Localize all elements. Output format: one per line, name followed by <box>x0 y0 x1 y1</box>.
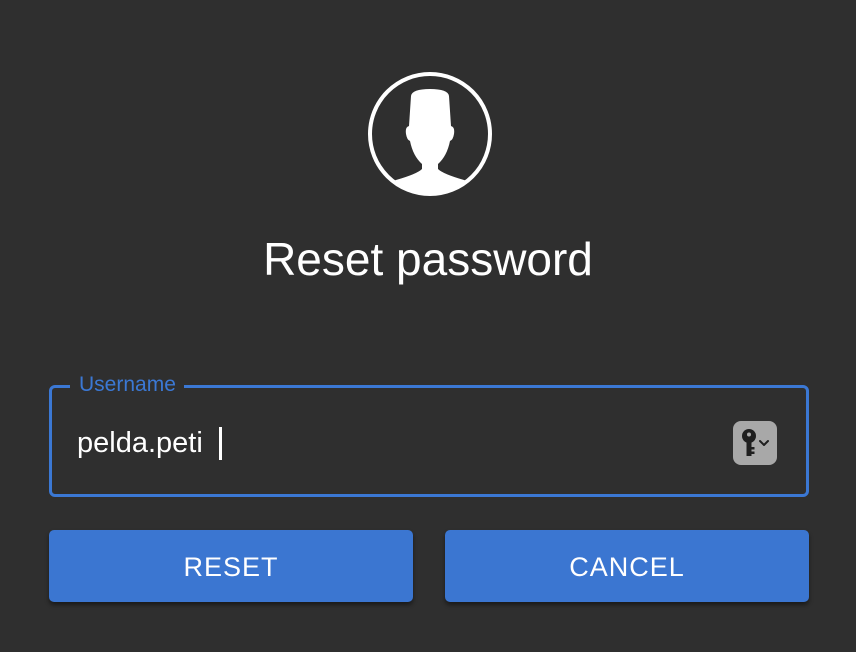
key-dropdown-icon <box>742 429 769 456</box>
password-manager-button[interactable] <box>733 421 777 465</box>
page-title: Reset password <box>263 233 593 285</box>
username-label: Username <box>70 372 184 398</box>
username-field[interactable]: Username <box>49 372 809 497</box>
cancel-button[interactable]: CANCEL <box>445 530 809 602</box>
user-avatar-icon <box>366 70 494 198</box>
reset-button[interactable]: RESET <box>49 530 413 602</box>
reset-password-dialog: Reset password Username RESET CANCEL <box>0 0 856 652</box>
text-caret <box>219 427 222 460</box>
username-input[interactable] <box>77 422 717 464</box>
